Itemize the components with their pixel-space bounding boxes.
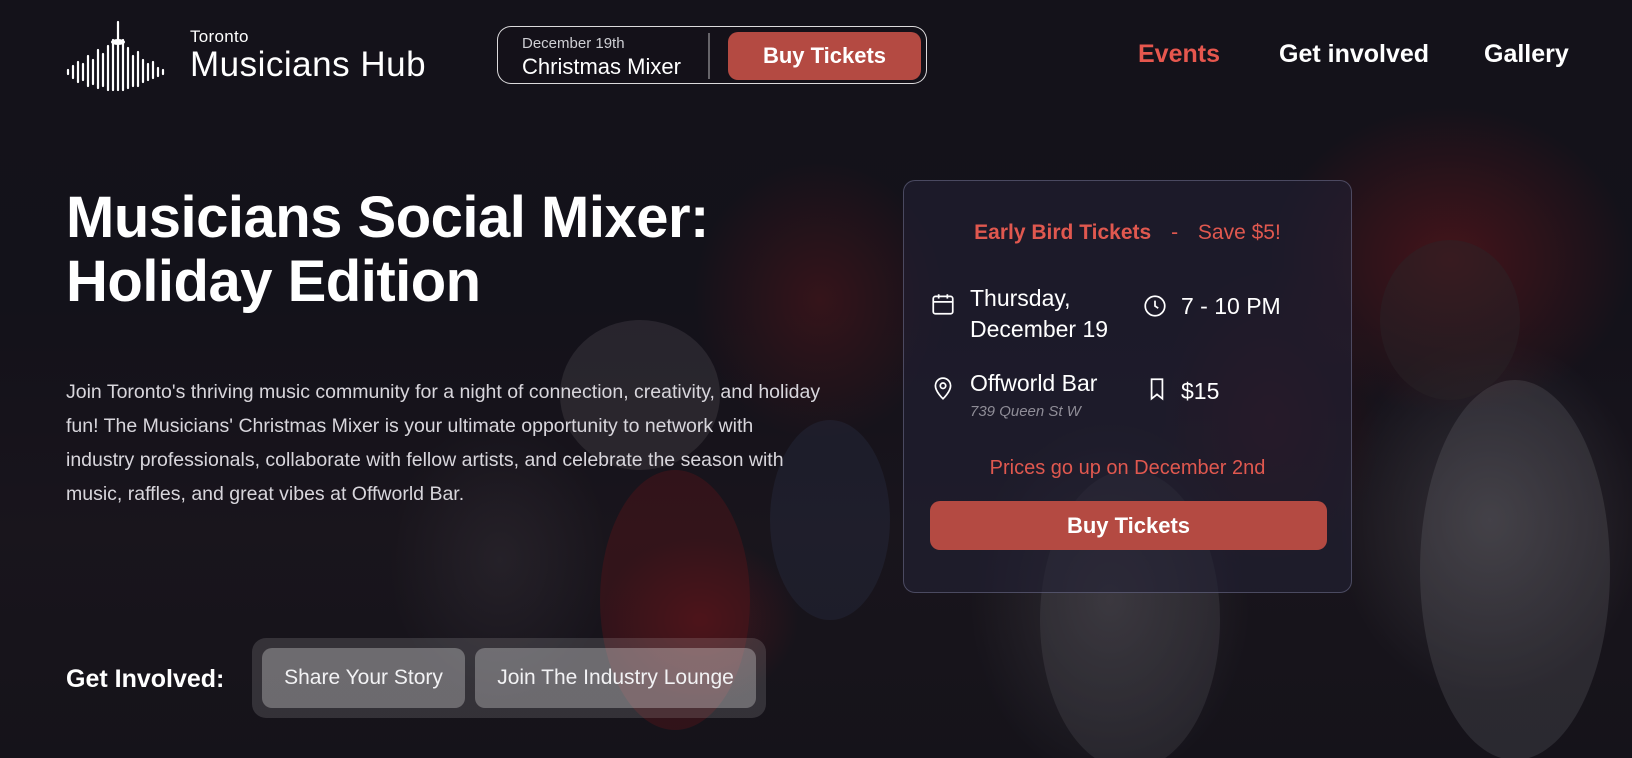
venue-name: Offworld Bar xyxy=(970,370,1098,396)
event-date: Thursday, December 19 xyxy=(970,283,1108,345)
ticket-card: Early Bird Tickets - Save $5! Thursday, … xyxy=(903,180,1352,593)
brand-logo[interactable]: Toronto Musicians Hub xyxy=(66,20,426,92)
promo-divider xyxy=(708,33,710,79)
brand-name: Musicians Hub xyxy=(190,45,427,84)
nav-get-involved[interactable]: Get involved xyxy=(1279,40,1429,69)
get-involved-buttons: Share Your Story Join The Industry Loung… xyxy=(252,638,766,718)
promo-date: December 19th xyxy=(522,35,625,52)
nav-events[interactable]: Events xyxy=(1138,40,1220,69)
early-bird-dash: - xyxy=(1171,221,1179,244)
early-bird-savings: Save $5! xyxy=(1197,221,1281,244)
buy-tickets-button[interactable]: Buy Tickets xyxy=(930,501,1327,550)
event-time: 7 - 10 PM xyxy=(1181,293,1281,319)
brand-city: Toronto xyxy=(190,27,249,46)
page-title-line-1: Musicians Social Mixer: xyxy=(66,185,709,250)
event-description: Join Toronto's thriving music community … xyxy=(66,381,821,505)
event-promo-pill: December 19th Christmas Mixer Buy Ticket… xyxy=(497,26,927,84)
share-your-story-button[interactable]: Share Your Story xyxy=(262,648,465,708)
venue-address: 739 Queen St W xyxy=(970,403,1081,420)
event-date-day: Thursday, xyxy=(970,285,1071,311)
early-bird-banner: Early Bird Tickets - Save $5! xyxy=(904,221,1351,245)
clock-icon xyxy=(1144,295,1166,317)
price-increase-note: Prices go up on December 2nd xyxy=(989,457,1266,479)
ticket-price: $15 xyxy=(1181,378,1220,404)
event-date-month: December 19 xyxy=(970,316,1109,342)
page-title: Musicians Social Mixer: Holiday Edition xyxy=(66,186,786,314)
bookmark-icon xyxy=(1150,378,1164,401)
get-involved-label: Get Involved: xyxy=(66,665,225,693)
promo-buy-tickets-button[interactable]: Buy Tickets xyxy=(728,32,921,80)
nav-gallery[interactable]: Gallery xyxy=(1484,40,1569,69)
early-bird-label: Early Bird Tickets xyxy=(974,221,1152,244)
promo-event-name: Christmas Mixer xyxy=(522,54,681,79)
toronto-skyline-soundwave-icon xyxy=(66,20,165,92)
page-title-line-2: Holiday Edition xyxy=(66,249,481,314)
join-industry-lounge-button[interactable]: Join The Industry Lounge xyxy=(475,648,756,708)
map-pin-icon xyxy=(934,377,952,400)
calendar-icon xyxy=(932,294,954,315)
